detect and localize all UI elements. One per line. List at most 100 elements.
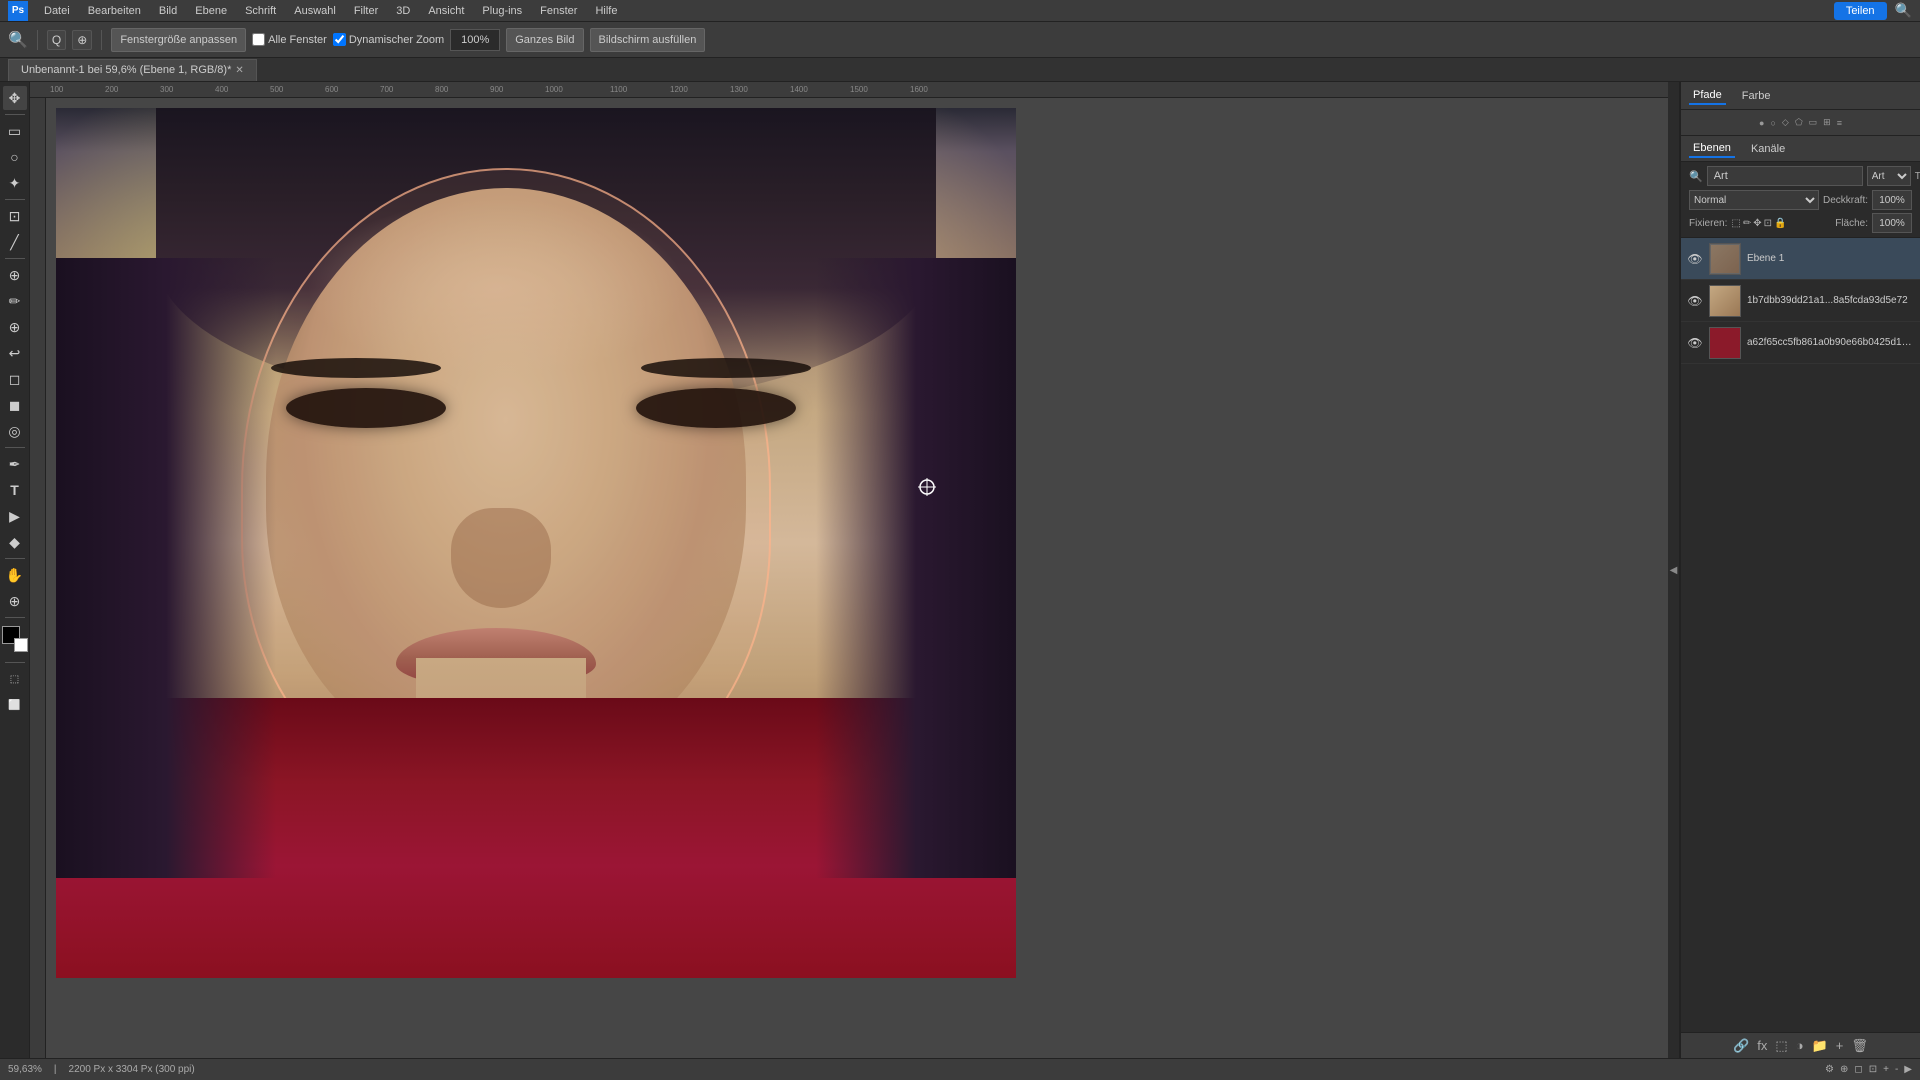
fill-screen-button[interactable]: Bildschirm ausfüllen	[590, 28, 706, 52]
layer-item-2[interactable]: 👁 1b7dbb39dd21a1...8a5fcda93d5e72	[1681, 280, 1920, 322]
lock-artboard-icon[interactable]: ⊡	[1764, 218, 1772, 229]
layer-thumbnail-3	[1709, 327, 1741, 359]
toolbar-separator	[37, 30, 38, 50]
delete-layer-icon[interactable]: 🗑	[1851, 1038, 1868, 1054]
layer-visibility-icon-2[interactable]: 👁	[1687, 293, 1703, 309]
lasso-tool[interactable]: ○	[3, 145, 27, 169]
forehead-highlight	[306, 198, 686, 378]
zoom-tool-icon[interactable]: 🔍	[8, 30, 28, 50]
eyedropper-tool[interactable]: ╱	[3, 230, 27, 254]
fixieren-label: Fixieren:	[1689, 218, 1727, 229]
layer-item-1[interactable]: 👁 Ebene 1	[1681, 238, 1920, 280]
tool-separator-3	[5, 258, 25, 259]
gradient-tool[interactable]: ◼	[3, 393, 27, 417]
status-icon-3: ◻	[1854, 1064, 1862, 1075]
tab-color[interactable]: Farbe	[1738, 88, 1775, 104]
layer-item-3[interactable]: 👁 a62f65cc5fb861a0b90e66b0425d1be7	[1681, 322, 1920, 364]
tool-separator-5	[5, 558, 25, 559]
quick-mask-tool[interactable]: ⬚	[3, 667, 27, 691]
status-icon-4: ⊡	[1869, 1064, 1877, 1075]
stamp-tool[interactable]: ⊕	[3, 315, 27, 339]
path-selection-tool[interactable]: ▶	[3, 504, 27, 528]
magic-wand-tool[interactable]: ✦	[3, 171, 27, 195]
add-layer-icon[interactable]: +	[1836, 1038, 1844, 1053]
menu-datei[interactable]: Datei	[36, 3, 78, 19]
lock-paint-icon[interactable]: ✏	[1743, 218, 1751, 229]
ruler-mark-200: 200	[105, 85, 118, 94]
opacity-input[interactable]	[1872, 190, 1912, 210]
tab-layers[interactable]: Ebenen	[1689, 140, 1735, 158]
tab-close-icon[interactable]: ✕	[235, 65, 243, 76]
dynamic-zoom-checkbox[interactable]: Dynamischer Zoom	[333, 33, 444, 46]
healing-tool[interactable]: ⊕	[3, 263, 27, 287]
menu-filter[interactable]: Filter	[346, 3, 386, 19]
menu-bearbeiten[interactable]: Bearbeiten	[80, 3, 149, 19]
add-mask-icon[interactable]: ⬚	[1775, 1038, 1787, 1054]
screen-mode-tool[interactable]: ⬜	[3, 693, 27, 717]
marquee-tool[interactable]: ▭	[3, 119, 27, 143]
zoom-input[interactable]	[450, 29, 500, 51]
crop-tool[interactable]: ⊡	[3, 204, 27, 228]
all-windows-checkbox[interactable]: Alle Fenster	[252, 33, 327, 46]
eraser-tool[interactable]: ◻	[3, 367, 27, 391]
layer-visibility-icon-3[interactable]: 👁	[1687, 335, 1703, 351]
shape-tool[interactable]: ◆	[3, 530, 27, 554]
fit-window-button[interactable]: Fenstergröße anpassen	[111, 28, 246, 52]
menu-plugins[interactable]: Plug-ins	[474, 3, 530, 19]
add-style-icon[interactable]: fx	[1757, 1038, 1767, 1053]
dodge-tool[interactable]: ◎	[3, 419, 27, 443]
ruler-mark-800: 800	[435, 85, 448, 94]
bg-color-swatch[interactable]	[14, 638, 28, 652]
polygon-icon: ⬠	[1795, 117, 1803, 128]
brush-tool[interactable]: ✏	[3, 289, 27, 313]
zoom-icon-plus[interactable]: ⊕	[72, 30, 92, 50]
menu-ebene[interactable]: Ebene	[187, 3, 235, 19]
lock-transparent-icon[interactable]: ⬚	[1731, 218, 1740, 229]
hand-tool[interactable]: ✋	[3, 563, 27, 587]
photo-content	[56, 108, 1016, 978]
ruler-mark-1100: 1100	[610, 85, 627, 94]
layers-panel: Pfade Farbe ● ○ ◇ ⬠ ▭ ⊞ ≡ Ebenen Kanäle …	[1680, 82, 1920, 1058]
search-icon[interactable]: 🔍	[1895, 2, 1912, 19]
document-tab[interactable]: Unbenannt-1 bei 59,6% (Ebene 1, RGB/8)* …	[8, 59, 257, 81]
ruler-top: 100 200 300 400 500 600 700 800 900 1000…	[30, 82, 1668, 98]
share-button[interactable]: Teilen	[1834, 2, 1887, 20]
move-tool[interactable]: ✥	[3, 86, 27, 110]
status-icon-2: ⊕	[1840, 1064, 1848, 1075]
history-brush-tool[interactable]: ↩	[3, 341, 27, 365]
link-layers-icon[interactable]: 🔗	[1733, 1038, 1749, 1054]
panel-collapse-handle[interactable]: ◀	[1668, 82, 1680, 1058]
whole-image-button[interactable]: Ganzes Bild	[506, 28, 583, 52]
layer-thumbnail-2	[1709, 285, 1741, 317]
fill-input[interactable]	[1872, 213, 1912, 233]
zoom-tool[interactable]: ⊕	[3, 589, 27, 613]
text-tool[interactable]: T	[3, 478, 27, 502]
add-group-icon[interactable]: 📁	[1812, 1038, 1828, 1054]
menu-schrift[interactable]: Schrift	[237, 3, 284, 19]
status-icon-7: ▶	[1904, 1064, 1912, 1075]
menu-ansicht[interactable]: Ansicht	[420, 3, 472, 19]
menu-3d[interactable]: 3D	[388, 3, 418, 19]
menu-auswahl[interactable]: Auswahl	[286, 3, 344, 19]
layer-search-input[interactable]	[1707, 166, 1863, 186]
zoom-icon-small[interactable]: Q	[47, 30, 66, 50]
layer-kind-select[interactable]: Art Pixel Text	[1867, 166, 1911, 186]
add-adjustment-icon[interactable]: ◑	[1796, 1038, 1804, 1053]
tab-channels[interactable]: Kanäle	[1747, 141, 1789, 157]
ruler-mark-600: 600	[325, 85, 338, 94]
ruler-mark-500: 500	[270, 85, 283, 94]
filter-type-icon[interactable]: T	[1915, 171, 1920, 182]
layer-visibility-icon-1[interactable]: 👁	[1687, 251, 1703, 267]
align-icon: ≡	[1837, 118, 1842, 128]
blend-mode-select[interactable]: Normal Multiplizieren Negativ multiplizi…	[1689, 190, 1819, 210]
canvas-image	[56, 108, 1016, 978]
menu-bild[interactable]: Bild	[151, 3, 185, 19]
tab-paths[interactable]: Pfade	[1689, 87, 1726, 105]
foreground-color[interactable]	[2, 626, 28, 652]
menu-fenster[interactable]: Fenster	[532, 3, 585, 19]
lock-all-icon[interactable]: 🔒	[1774, 218, 1786, 229]
ruler-mark-400: 400	[215, 85, 228, 94]
menu-hilfe[interactable]: Hilfe	[587, 3, 625, 19]
pen-tool[interactable]: ✒	[3, 452, 27, 476]
lock-move-icon[interactable]: ✥	[1753, 218, 1761, 229]
